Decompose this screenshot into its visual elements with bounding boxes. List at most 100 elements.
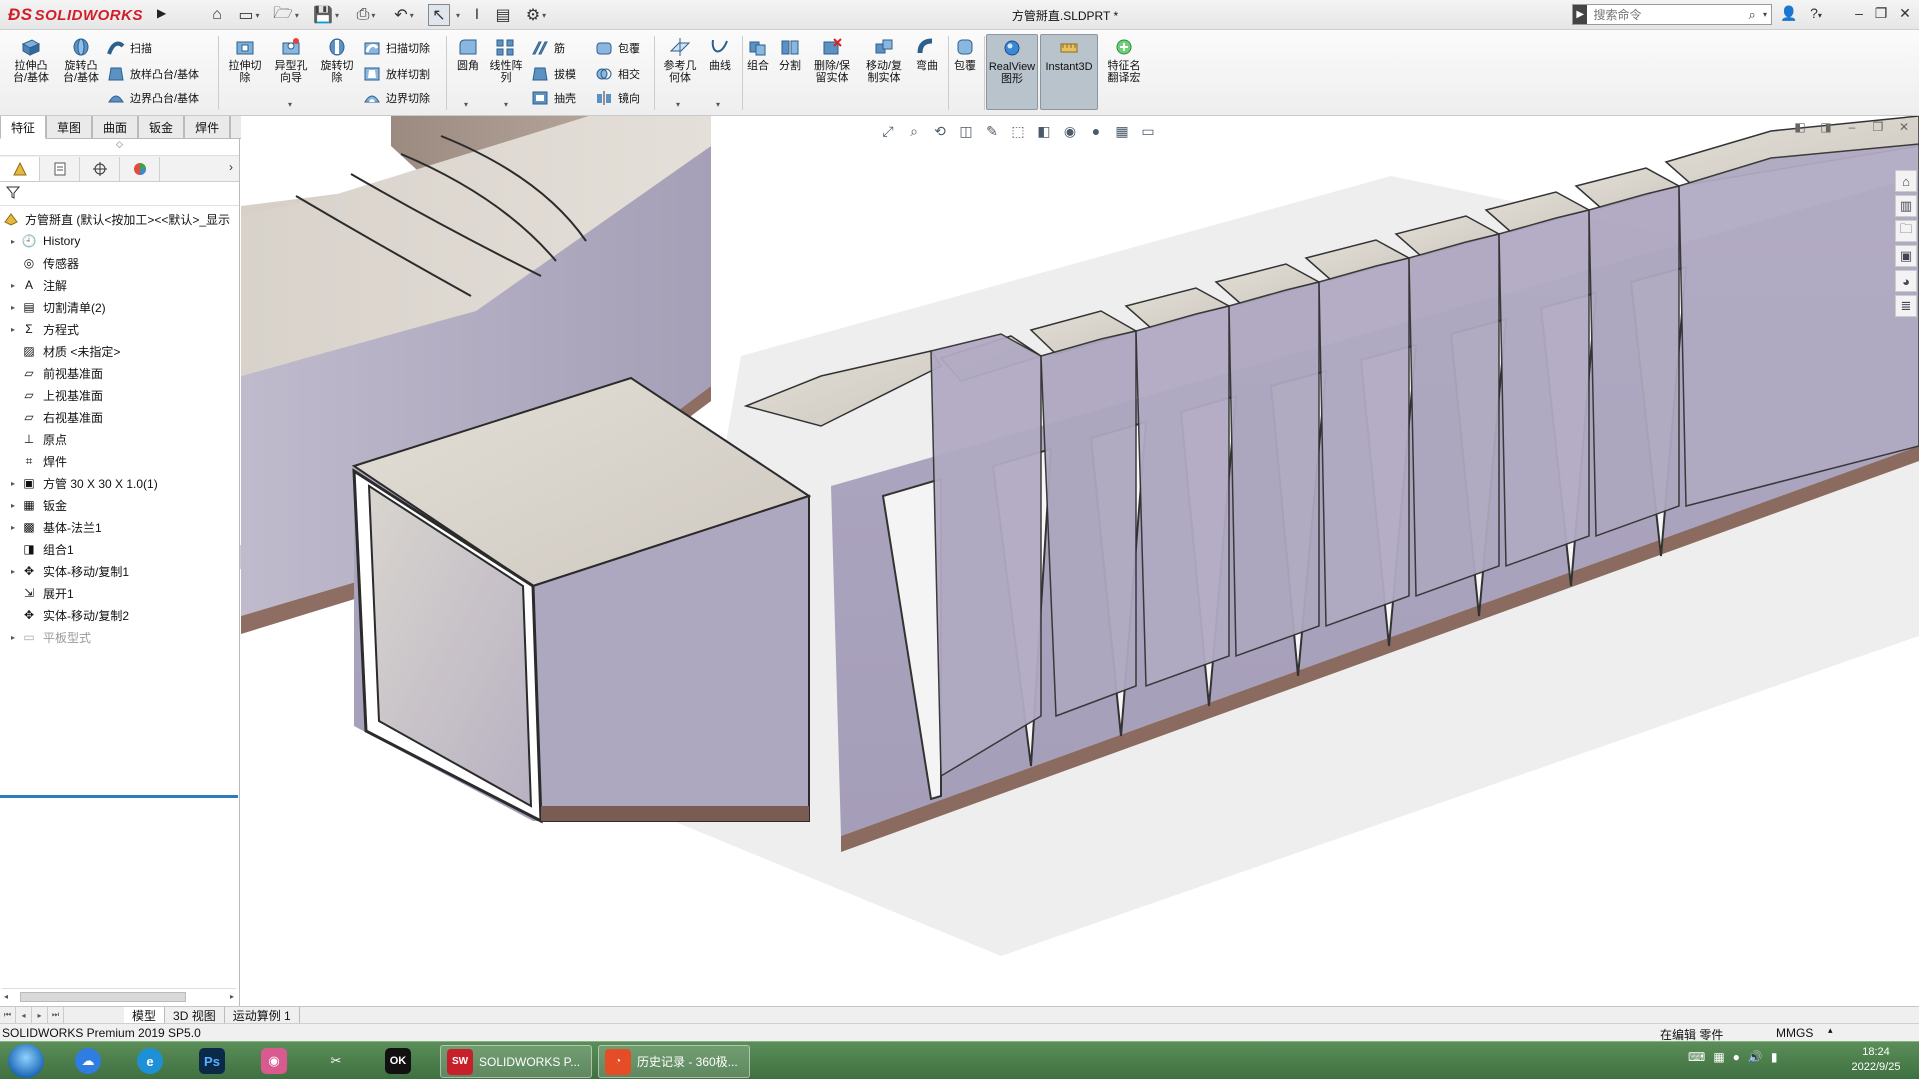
dropdown-arrow-icon[interactable]: ▾ — [504, 100, 508, 109]
user-icon[interactable]: 👤 — [1778, 5, 1800, 25]
tree-item[interactable]: ▸ Σ 方程式 — [0, 318, 239, 340]
bottom-tab-0[interactable]: 模型 — [124, 1007, 166, 1023]
panel-tab-scroll-arrow-icon[interactable]: › — [229, 160, 233, 174]
close-button[interactable]: ✕ — [1894, 5, 1916, 25]
bottom-tab-1[interactable]: 3D 视图 — [165, 1007, 225, 1023]
draft-button[interactable]: 拔模 — [530, 64, 576, 84]
panel-splitter-handle[interactable]: ◇ — [0, 139, 239, 156]
tree-item[interactable]: ◨ 组合1 — [0, 538, 239, 560]
new-document-button[interactable]: ▭ ▾ — [234, 4, 264, 26]
select-button[interactable]: ↖ — [428, 4, 450, 26]
dropdown-arrow-icon[interactable]: ▾ — [676, 100, 680, 109]
tab-0[interactable]: 特征 — [0, 116, 47, 139]
tab-3[interactable]: 钣金 — [138, 116, 185, 139]
graphics-area[interactable]: ⤢ ⌕ ⟲ ◫ ✎ ⬚ ◧ ◉ ● ▦ ▭ ◧ ◨ – ❐ ✕ ⌂ ▥ 🗀 ▣ … — [241, 116, 1919, 1006]
feature-translate-button[interactable]: 特征名 翻译宏 — [1102, 36, 1146, 84]
expand-arrow-icon[interactable]: ▸ — [6, 303, 20, 312]
instant3d-button[interactable]: Instant3D — [1040, 34, 1098, 110]
file-explorer-icon[interactable]: 🗀 — [1895, 220, 1917, 242]
dynamic-annotation-icon[interactable]: ✎ — [981, 120, 1003, 142]
tree-item[interactable]: ▸ ✥ 实体-移动/复制1 — [0, 560, 239, 582]
search-icon[interactable]: ⌕ — [1748, 7, 1762, 23]
select-dropdown[interactable]: ▾ — [452, 4, 462, 26]
tree-item[interactable]: ▸ ▩ 基体-法兰1 — [0, 516, 239, 538]
expand-arrow-icon[interactable]: ▸ — [6, 567, 20, 576]
hole-wizard-button[interactable]: 异型孔 向导 — [268, 36, 314, 84]
scroll-right-arrow-icon[interactable]: ▸ — [230, 992, 234, 1001]
taskbar-pinned-ok[interactable]: OK — [376, 1045, 420, 1077]
tree-item[interactable]: ▸ 🕘 History — [0, 230, 239, 252]
dropdown-arrow-icon[interactable]: ▾ — [1763, 10, 1771, 19]
taskbar-clock[interactable]: 18:24 2022/9/25 — [1846, 1045, 1906, 1075]
search-input[interactable] — [1587, 7, 1749, 22]
taskbar-pinned-baidu[interactable]: ☁ — [66, 1045, 110, 1077]
apply-scene-icon[interactable]: ▦ — [1111, 120, 1133, 142]
horizontal-scrollbar[interactable]: ◂ ▸ — [2, 988, 236, 1004]
tree-item[interactable]: ⊥ 原点 — [0, 428, 239, 450]
tab-next-arrow-icon[interactable]: ▸ — [32, 1007, 48, 1023]
section-view-icon[interactable]: ◫ — [955, 120, 977, 142]
tree-item[interactable]: ⌗ 焊件 — [0, 450, 239, 472]
expand-arrow-icon[interactable]: ▸ — [6, 281, 20, 290]
design-library-icon[interactable]: ▥ — [1895, 195, 1917, 217]
viewport-restore-icon[interactable]: ❐ — [1869, 120, 1887, 138]
intersect-button[interactable]: 相交 — [594, 64, 640, 84]
sweep-button[interactable]: 扫描 — [106, 38, 152, 58]
tree-root-part[interactable]: 方管掰直 (默认<按加工><<默认>_显示 — [0, 208, 239, 230]
flex-button[interactable]: 弯曲 — [912, 36, 942, 72]
taskbar-pinned-browser[interactable]: e — [128, 1045, 172, 1077]
combine-button[interactable]: 组合 — [744, 36, 772, 72]
expand-arrow-icon[interactable]: ▸ — [6, 479, 20, 488]
tree-item[interactable]: ▸ A 注解 — [0, 274, 239, 296]
taskbar-pinned-photoshop[interactable]: Ps — [190, 1045, 234, 1077]
home-icon[interactable]: ⌂ — [206, 4, 228, 26]
taskbar-pinned-app[interactable]: ◉ — [252, 1045, 296, 1077]
expand-arrow-icon[interactable]: ▸ — [6, 325, 20, 334]
dropdown-arrow-icon[interactable]: ▾ — [288, 100, 292, 109]
file-properties-icon[interactable]: ▤ — [492, 4, 514, 26]
tab-2[interactable]: 曲面 — [92, 116, 139, 139]
boundary-cut-button[interactable]: 边界切除 — [362, 88, 430, 108]
feature-manager-tab-icon[interactable] — [0, 156, 40, 181]
save-button[interactable]: 💾 ▾ — [310, 4, 342, 26]
scrollbar-thumb[interactable] — [20, 992, 186, 1002]
units-dropdown-icon[interactable]: ▴ — [1828, 1025, 1833, 1036]
rebuild-icon[interactable]: ⏽ — [468, 4, 486, 26]
revolve-cut-button[interactable]: 旋转切 除 — [314, 36, 360, 84]
tree-item[interactable]: ▱ 前视基准面 — [0, 362, 239, 384]
filter-input[interactable] — [20, 183, 236, 204]
rib-button[interactable]: 筋 — [530, 38, 565, 58]
search-commands[interactable]: ▶ ⌕ ▾ — [1572, 4, 1772, 25]
scroll-left-arrow-icon[interactable]: ◂ — [4, 992, 8, 1001]
viewport-minimize-icon[interactable]: – — [1843, 120, 1861, 138]
boundary-boss-button[interactable]: 边界凸台/基体 — [106, 88, 199, 108]
realview-button[interactable]: RealView 图形 — [986, 34, 1038, 110]
view-settings-icon[interactable]: ▭ — [1137, 120, 1159, 142]
linear-pattern-button[interactable]: 线性阵 列 — [486, 36, 526, 84]
expand-arrow-icon[interactable]: ▸ — [6, 523, 20, 532]
3d-model-scene[interactable] — [241, 116, 1919, 1006]
view-palette-icon[interactable]: ▣ — [1895, 245, 1917, 267]
undo-button[interactable]: ↶ ▾ — [388, 4, 420, 26]
unit-system[interactable]: MMGS — [1776, 1026, 1813, 1040]
zoom-to-area-icon[interactable]: ⌕ — [903, 120, 925, 142]
options-button[interactable]: ⚙ ▾ — [520, 4, 552, 26]
shell-button[interactable]: 抽壳 — [530, 88, 576, 108]
open-button[interactable]: 🗁 ▾ — [270, 4, 302, 26]
display-manager-tab-icon[interactable] — [120, 156, 160, 181]
wechat-icon[interactable]: ● — [1733, 1050, 1740, 1064]
expand-arrow-icon[interactable]: ▸ — [6, 237, 20, 246]
wrap-big-button[interactable]: 包覆 — [950, 36, 980, 72]
expand-arrow-icon[interactable]: ▸ — [6, 501, 20, 510]
hide-show-items-icon[interactable]: ◉ — [1059, 120, 1081, 142]
tree-item[interactable]: ⇲ 展开1 — [0, 582, 239, 604]
appearances-scenes-icon[interactable]: ◕ — [1895, 270, 1917, 292]
split-button[interactable]: 分割 — [776, 36, 804, 72]
help-button[interactable]: ?▾ — [1802, 5, 1830, 25]
keyboard-icon[interactable]: ⌨ — [1688, 1050, 1705, 1064]
swept-cut-button[interactable]: 扫描切除 — [362, 38, 430, 58]
loft-boss-button[interactable]: 放样凸台/基体 — [106, 64, 199, 84]
tree-item[interactable]: ◎ 传感器 — [0, 252, 239, 274]
extrude-cut-button[interactable]: 拉伸切 除 — [222, 36, 268, 84]
dropdown-arrow-icon[interactable]: ▾ — [464, 100, 468, 109]
